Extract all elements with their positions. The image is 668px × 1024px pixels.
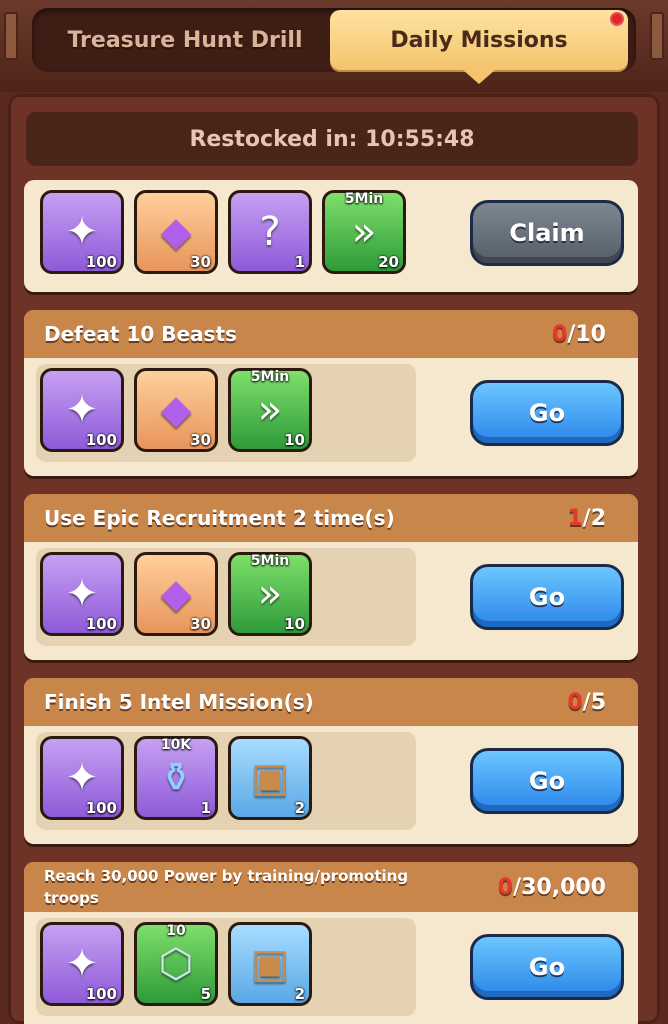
reward-top-label: 5Min [344,191,384,207]
reward-count: 100 [85,615,117,633]
mission-title: Use Epic Recruitment 2 time(s) [44,506,395,530]
tab-bar: Treasure Hunt Drill Daily Missions [0,0,668,92]
mission-card: ✦ 100 ◆ 30 ? 1 5Min» 20 Claim [24,180,638,292]
treasure-chest-icon[interactable]: ▣ 2 [228,922,312,1006]
shuriken-icon[interactable]: ✦ 100 [40,552,124,636]
mission-title: Defeat 10 Beasts [44,322,237,346]
mission-body: ✦ 100 10K ⚱ 1 ▣ 2 Go [24,726,638,844]
progress-total: /2 [582,505,606,531]
purple-gem-icon[interactable]: ◆ 30 [134,552,218,636]
reward-list: ✦ 100 ◆ 30 5Min» 10 [40,368,312,452]
reward-count: 10 [284,615,305,633]
mission-body: ✦ 100 10 ⬡ 5 ▣ 2 Go [24,912,638,1024]
go-button[interactable]: Go [470,934,624,1000]
reward-count: 20 [378,253,399,271]
speedup-icon[interactable]: 5Min» 10 [228,368,312,452]
go-button[interactable]: Go [470,380,624,446]
mission-header: Finish 5 Intel Mission(s) 0/5 [24,678,638,726]
shuriken-icon[interactable]: ✦ 100 [40,368,124,452]
progress-current: 0 [497,874,514,900]
reward-count: 2 [294,985,305,1003]
go-button[interactable]: Go [470,748,624,814]
tab-treasure-hunt-drill[interactable]: Treasure Hunt Drill [40,10,330,70]
right-hinge [650,12,664,60]
reward-top-label: 10K [160,737,192,753]
active-tab-pointer [463,70,495,84]
reward-count: 100 [85,985,117,1003]
reward-list: ✦ 100 ◆ 30 ? 1 5Min» 20 [40,190,406,274]
mission-progress: 0/30,000 [498,875,606,900]
mission-card: Defeat 10 Beasts 0/10 ✦ 100 ◆ 30 5Min» 10 G… [24,310,638,476]
progress-current: 0 [552,321,568,347]
mission-progress: 1/2 [567,506,606,531]
shuriken-icon[interactable]: ✦ 100 [40,190,124,274]
mission-header: Reach 30,000 Power by training/promoting… [24,862,638,912]
reward-top-label: 5Min [250,553,290,569]
progress-total: /5 [582,689,606,715]
reward-top-label: 10 [166,923,186,939]
progress-current: 0 [567,689,583,715]
progress-current: 1 [567,505,583,531]
treasure-chest-icon[interactable]: ▣ 2 [228,736,312,820]
shuriken-icon[interactable]: ✦ 100 [40,736,124,820]
reward-count: 1 [200,799,211,817]
reward-list: ✦ 100 10 ⬡ 5 ▣ 2 [40,922,312,1006]
restock-timer: Restocked in: 10:55:48 [26,112,638,166]
tab-daily-missions[interactable]: Daily Missions [330,10,628,84]
reward-count: 5 [200,985,211,1003]
left-hinge [4,12,18,60]
mission-progress: 0/10 [552,322,606,347]
progress-total: /30,000 [513,874,606,900]
reward-count: 30 [190,615,211,633]
reward-count: 100 [85,799,117,817]
reward-count: 30 [190,253,211,271]
purple-gem-icon[interactable]: ◆ 30 [134,368,218,452]
reward-count: 30 [190,431,211,449]
claim-button[interactable]: Claim [470,200,624,266]
mission-header: Defeat 10 Beasts 0/10 [24,310,638,358]
hex-nut-icon[interactable]: 10 ⬡ 5 [134,922,218,1006]
mission-body: ✦ 100 ◆ 30 5Min» 10 Go [24,542,638,660]
go-button[interactable]: Go [470,564,624,630]
reward-count: 100 [85,431,117,449]
mission-progress: 0/5 [567,690,606,715]
speedup-icon[interactable]: 5Min» 10 [228,552,312,636]
reward-count: 1 [294,253,305,271]
shuriken-icon[interactable]: ✦ 100 [40,922,124,1006]
reward-list: ✦ 100 10K ⚱ 1 ▣ 2 [40,736,312,820]
reward-top-label: 5Min [250,369,290,385]
reward-count: 10 [284,431,305,449]
progress-total: /10 [567,321,606,347]
mission-card: Use Epic Recruitment 2 time(s) 1/2 ✦ 100 … [24,494,638,660]
mission-title: Reach 30,000 Power by training/promoting… [44,867,409,907]
reward-list: ✦ 100 ◆ 30 5Min» 10 [40,552,312,636]
mission-card: Finish 5 Intel Mission(s) 0/5 ✦ 100 10K ⚱ 1… [24,678,638,844]
notification-dot [610,12,624,26]
mission-title: Finish 5 Intel Mission(s) [44,690,314,714]
speedup-icon[interactable]: 5Min» 20 [322,190,406,274]
mystery-chest-icon[interactable]: ? 1 [228,190,312,274]
xp-potion-icon[interactable]: 10K ⚱ 1 [134,736,218,820]
mission-header: Use Epic Recruitment 2 time(s) 1/2 [24,494,638,542]
reward-count: 2 [294,799,305,817]
purple-gem-icon[interactable]: ◆ 30 [134,190,218,274]
mission-card: Reach 30,000 Power by training/promoting… [24,862,638,1024]
tab-daily-missions-label: Daily Missions [390,27,568,53]
reward-count: 100 [85,253,117,271]
mission-body: ✦ 100 ◆ 30 5Min» 10 Go [24,358,638,476]
